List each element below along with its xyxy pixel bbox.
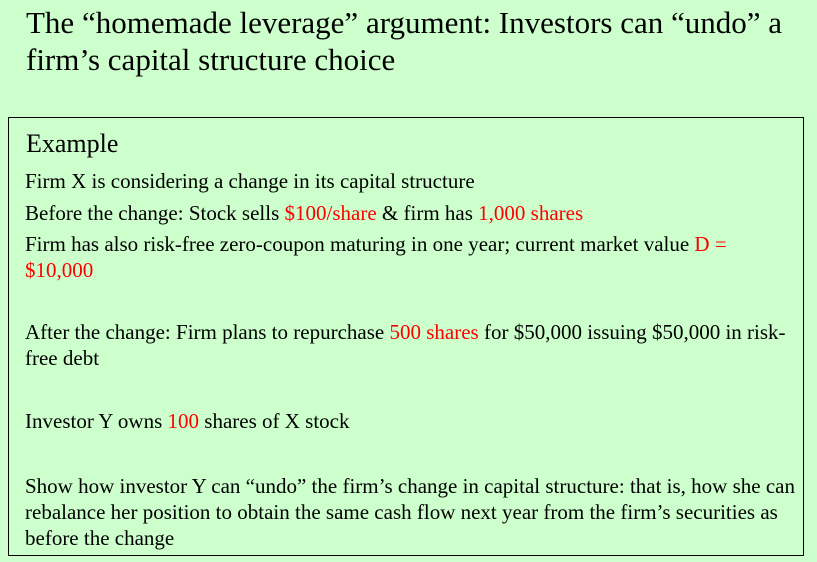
before-change-line: Before the change: Stock sells $100/shar… [25,200,795,226]
repurchase-shares: 500 shares [389,320,479,344]
investor-shares: 100 [167,409,200,433]
investor-line: Investor Y owns 100 shares of X stock [25,408,795,434]
share-count: 1,000 shares [478,201,584,225]
price-per-share: $100/share [284,201,377,225]
investor-text-1: Investor Y owns [25,409,168,433]
debt-text: Firm has also risk-free zero-coupon matu… [25,232,695,256]
after-change-line: After the change: Firm plans to repurcha… [25,319,795,371]
question-line: Show how investor Y can “undo” the firm’… [25,474,795,550]
after-text-1: After the change: Firm plans to repurcha… [25,320,390,344]
example-heading: Example [26,129,119,158]
example-box: Example Firm X is considering a change i… [8,117,804,556]
debt-line: Firm has also risk-free zero-coupon matu… [25,231,795,283]
before-text-1: Before the change: Stock sells [25,201,285,225]
investor-text-2: shares of X stock [199,409,350,433]
before-text-2: & firm has [376,201,479,225]
slide-title: The “homemade leverage” argument: Invest… [26,5,783,77]
intro-line: Firm X is considering a change in its ca… [25,169,475,193]
